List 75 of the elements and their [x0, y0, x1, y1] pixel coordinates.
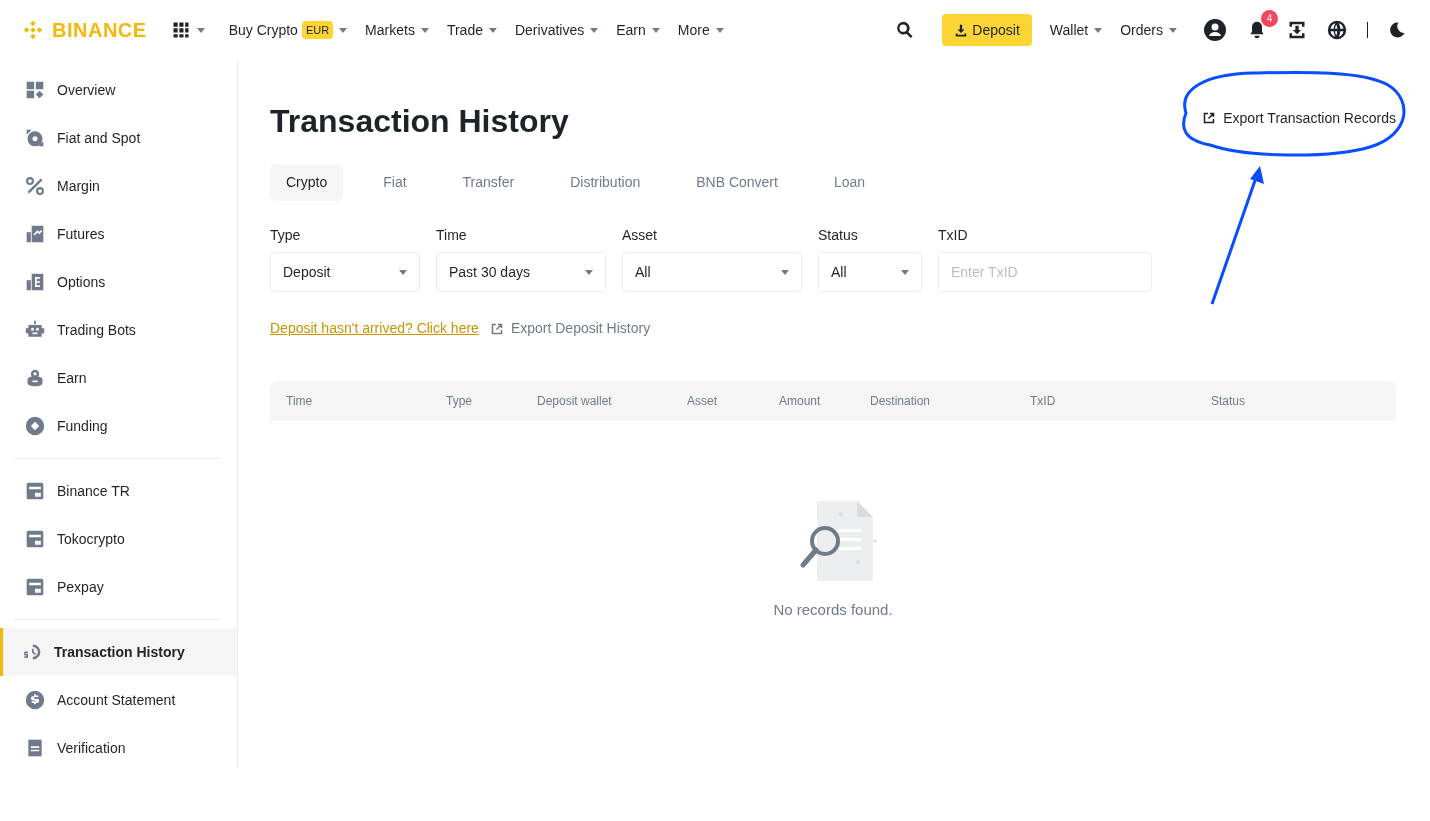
- diamond-circle-icon: [25, 416, 45, 436]
- external-link-icon: [490, 322, 503, 335]
- sidebar-item[interactable]: Funding: [0, 402, 237, 450]
- sidebar-item[interactable]: Overview: [0, 66, 237, 114]
- tab[interactable]: Crypto: [270, 164, 344, 202]
- tab[interactable]: Transfer: [446, 164, 531, 202]
- tab[interactable]: Distribution: [554, 164, 657, 202]
- notification-count: 4: [1261, 10, 1278, 27]
- sidebar-item[interactable]: Fiat and Spot: [0, 114, 237, 162]
- sidebar-item[interactable]: Earn: [0, 354, 237, 402]
- field-label: TxID: [938, 226, 969, 246]
- dropdown-field[interactable]: Past 30 days: [436, 252, 606, 293]
- percent-icon: [25, 176, 45, 196]
- field-label: Time: [436, 226, 468, 246]
- currency-tag: EUR: [301, 20, 334, 40]
- nav-menu[interactable]: More: [677, 19, 724, 41]
- moon-icon[interactable]: [1388, 21, 1406, 39]
- nav-menu[interactable]: Markets: [365, 19, 429, 41]
- diamond-logo-icon: [22, 19, 44, 41]
- tab[interactable]: Loan: [817, 164, 882, 202]
- column-header: Destination: [870, 393, 932, 411]
- download-tray-icon[interactable]: [1287, 20, 1307, 40]
- letter-card-icon: [25, 272, 45, 292]
- column-header: Asset: [687, 393, 718, 411]
- tab[interactable]: BNB Convert: [680, 164, 794, 202]
- caret-icon: [196, 27, 205, 33]
- sidebar-item[interactable]: Account Statement: [0, 676, 237, 724]
- txid-input-field[interactable]: Enter TxID: [938, 252, 1152, 293]
- field-label: Type: [270, 226, 302, 246]
- account-icon[interactable]: [1203, 18, 1227, 42]
- document-icon: [25, 738, 45, 758]
- sidebar-item[interactable]: Transaction History: [0, 628, 237, 676]
- wallet-card-icon: [25, 529, 45, 549]
- column-header: Status: [1211, 393, 1247, 411]
- nav-menu[interactable]: Wallet: [1049, 19, 1103, 41]
- wallet-card-icon: [25, 577, 45, 597]
- dropdown-field[interactable]: Deposit: [270, 252, 420, 293]
- dollar-history-icon: [22, 642, 42, 662]
- dollar-circle-icon: [25, 690, 45, 710]
- nav-menu[interactable]: Earn: [616, 19, 660, 41]
- dropdown-field[interactable]: All: [622, 252, 802, 293]
- sidebar-item[interactable]: Tokocrypto: [0, 515, 237, 563]
- grid-icon: [25, 80, 45, 100]
- robot-icon: [25, 320, 45, 340]
- field-label: Asset: [622, 226, 658, 246]
- download-icon: [954, 23, 969, 37]
- piggy-icon: [25, 368, 45, 388]
- deposit-button[interactable]: Deposit: [942, 14, 1032, 46]
- column-header: TxID: [1030, 393, 1057, 411]
- column-header: Deposit wallet: [537, 393, 613, 411]
- nav-menu[interactable]: Trade: [446, 19, 497, 41]
- nav-menu[interactable]: Buy Crypto EUR: [228, 19, 348, 41]
- column-header: Type: [446, 393, 473, 411]
- page-title: Transaction History: [270, 102, 569, 141]
- sidebar-item[interactable]: Pexpay: [0, 563, 237, 611]
- globe-icon[interactable]: [1327, 20, 1347, 40]
- nav-menu[interactable]: Derivatives: [514, 19, 599, 41]
- wallet-card-icon: [25, 481, 45, 501]
- sidebar-item[interactable]: Margin: [0, 162, 237, 210]
- sidebar-item[interactable]: Trading Bots: [0, 306, 237, 354]
- external-link-icon: [1203, 112, 1216, 125]
- nav-menu[interactable]: Orders: [1120, 19, 1177, 41]
- chart-card-icon: [25, 224, 45, 244]
- sidebar-item[interactable]: Binance TR: [0, 467, 237, 515]
- sidebar-item[interactable]: Options: [0, 258, 237, 306]
- field-label: Status: [818, 226, 859, 246]
- export-deposit-link[interactable]: Export Deposit History: [490, 318, 651, 340]
- sidebar-item[interactable]: Verification: [0, 724, 237, 772]
- coin-swap-icon: [25, 128, 45, 148]
- tab[interactable]: Fiat: [367, 164, 423, 202]
- empty-message: No records found.: [773, 600, 893, 621]
- column-header: Time: [286, 393, 314, 411]
- dropdown-field[interactable]: All: [818, 252, 922, 293]
- sidebar-item[interactable]: Futures: [0, 210, 237, 258]
- column-header: Amount: [779, 393, 822, 411]
